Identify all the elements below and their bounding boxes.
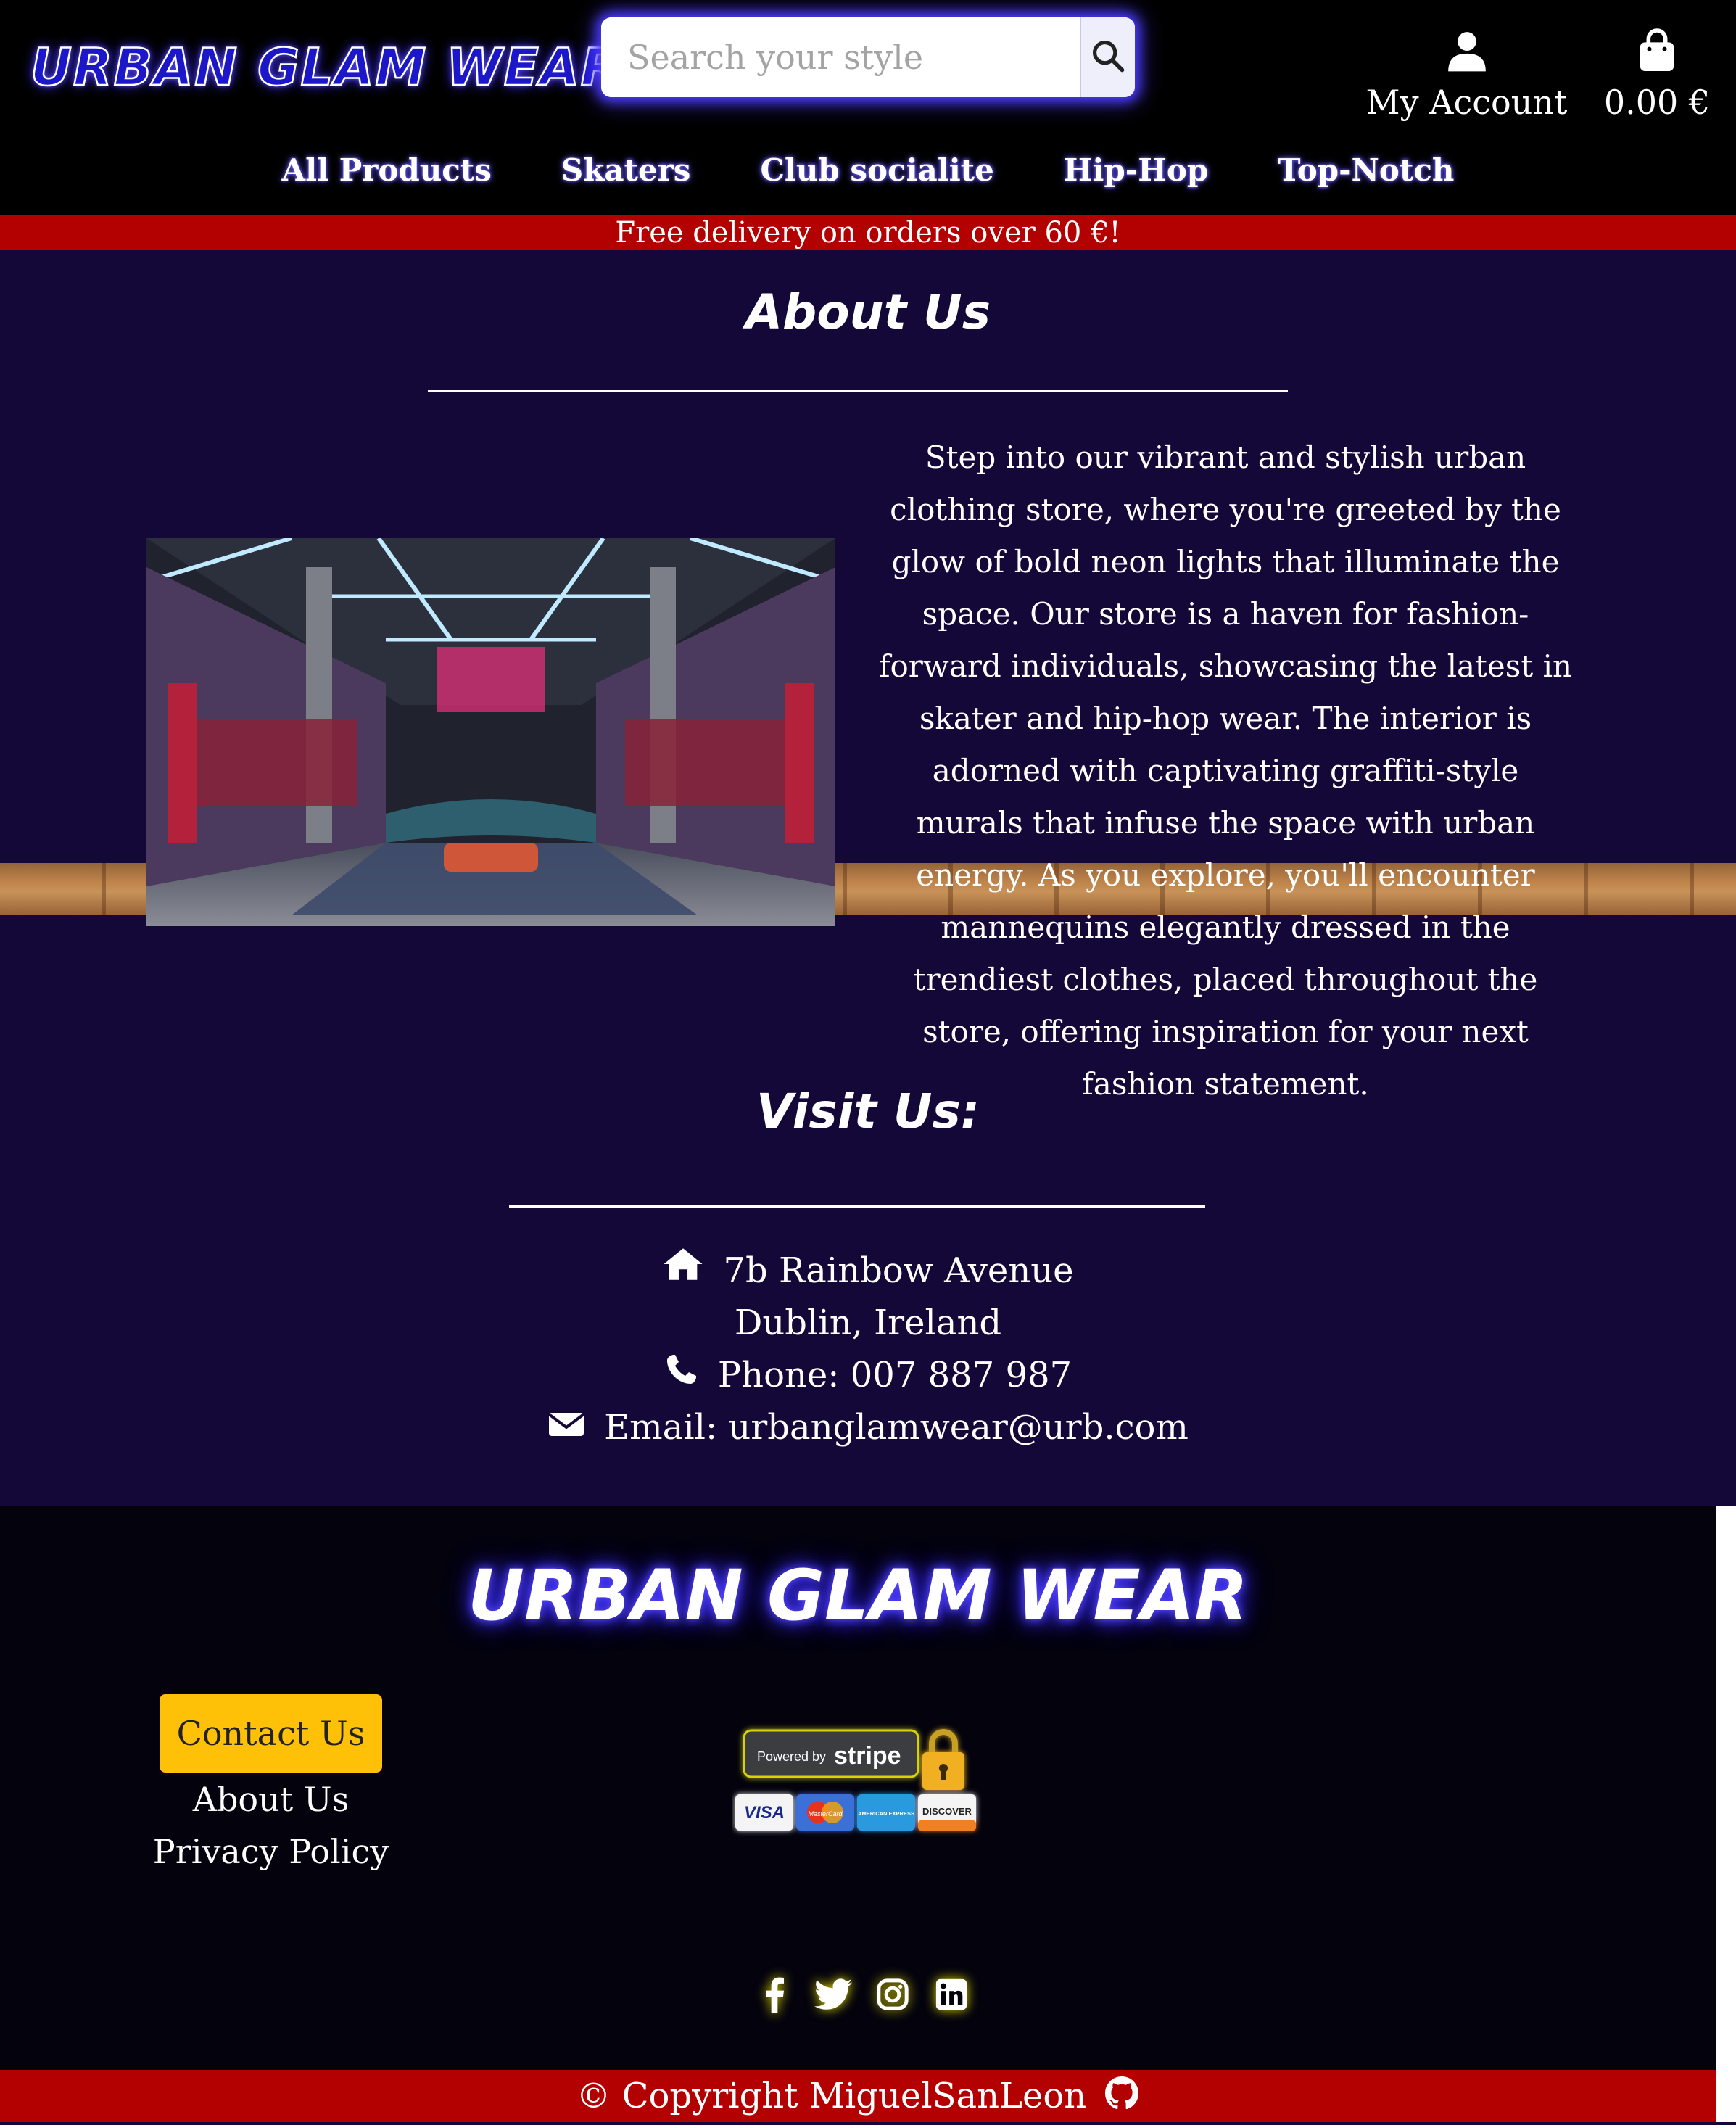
nav-skaters[interactable]: Skaters [561,152,691,188]
phone-icon [664,1349,699,1401]
about-description: Step into our vibrant and stylish urban … [878,440,1573,1102]
home-icon [662,1245,704,1297]
footer-logo[interactable]: URBAN GLAM WEAR [0,1555,1716,1636]
shopping-bag-icon [1637,28,1677,77]
contact-us-button[interactable]: Contact Us [160,1694,382,1773]
linkedin-icon[interactable] [932,1974,972,2015]
mastercard-card: MasterCard [808,1810,843,1817]
copyright-bar: © Copyright MiguelSanLeon [0,2070,1716,2122]
instagram-icon[interactable] [872,1974,913,2015]
bag-total: 0.00 € [1603,83,1711,122]
contact-details: 7b Rainbow Avenue Dublin, Ireland Phone:… [0,1245,1736,1453]
about-divider [428,390,1288,392]
account-label: My Account [1365,83,1568,122]
phone-line: Phone: 007 887 987 [0,1349,1736,1401]
discover-card: DISCOVER [922,1806,972,1817]
twitter-icon[interactable] [814,1974,854,2015]
email-line: Email: urbanglamwear@urb.com [0,1401,1736,1453]
user-icon [1444,32,1489,77]
github-icon[interactable] [1104,2073,1139,2125]
address-line-2: Dublin, Ireland [734,1303,1002,1343]
delivery-banner: Free delivery on orders over 60 €! [0,215,1736,250]
amex-card: AMERICAN EXPRESS [858,1810,914,1817]
site-header: URBAN GLAM WEAR My Account [0,0,1736,215]
stripe-wordmark: stripe [834,1742,901,1770]
visit-title: Visit Us: [756,1084,980,1139]
account-link[interactable]: My Account [1363,28,1570,122]
search-button[interactable] [1080,17,1135,97]
stripe-powered-by: Powered by [757,1749,826,1764]
bag-link[interactable]: 0.00 € [1595,28,1719,122]
stripe-badge-graphic: Powered by stripe VISA MasterCard AMERIC… [735,1729,976,1831]
address-line-2-row: Dublin, Ireland [0,1297,1736,1349]
store-interior-image [146,538,835,926]
about-us-link[interactable]: About Us [123,1780,418,1819]
visit-divider [509,1205,1205,1208]
search-icon [1089,37,1127,78]
privacy-policy-link[interactable]: Privacy Policy [123,1832,418,1871]
main-nav: All Products Skaters Club socialite Hip-… [0,152,1736,188]
facebook-icon[interactable] [754,1974,795,2015]
address-line-1: 7b Rainbow Avenue [723,1250,1074,1291]
stripe-payment-badge: Powered by stripe VISA MasterCard AMERIC… [732,1723,983,1891]
nav-club-socialite[interactable]: Club socialite [760,152,993,188]
about-title: About Us [745,284,991,340]
page-edge-strip [1716,1506,1736,2122]
social-links [754,1970,972,2019]
nav-all-products[interactable]: All Products [282,152,492,188]
nav-top-notch[interactable]: Top-Notch [1278,152,1454,188]
search-input[interactable] [601,17,1080,97]
copyright-text: © Copyright MiguelSanLeon [576,2076,1087,2116]
site-logo[interactable]: URBAN GLAM WEAR [30,37,621,99]
address-line: 7b Rainbow Avenue [0,1245,1736,1297]
phone-number: Phone: 007 887 987 [717,1355,1072,1395]
envelope-icon [547,1401,585,1453]
visa-card: VISA [744,1803,785,1823]
search-bar [601,17,1135,97]
email-address[interactable]: Email: urbanglamwear@urb.com [604,1401,1189,1453]
nav-hip-hop[interactable]: Hip-Hop [1064,152,1209,188]
site-footer: URBAN GLAM WEAR Contact Us About Us Priv… [0,1506,1716,2070]
